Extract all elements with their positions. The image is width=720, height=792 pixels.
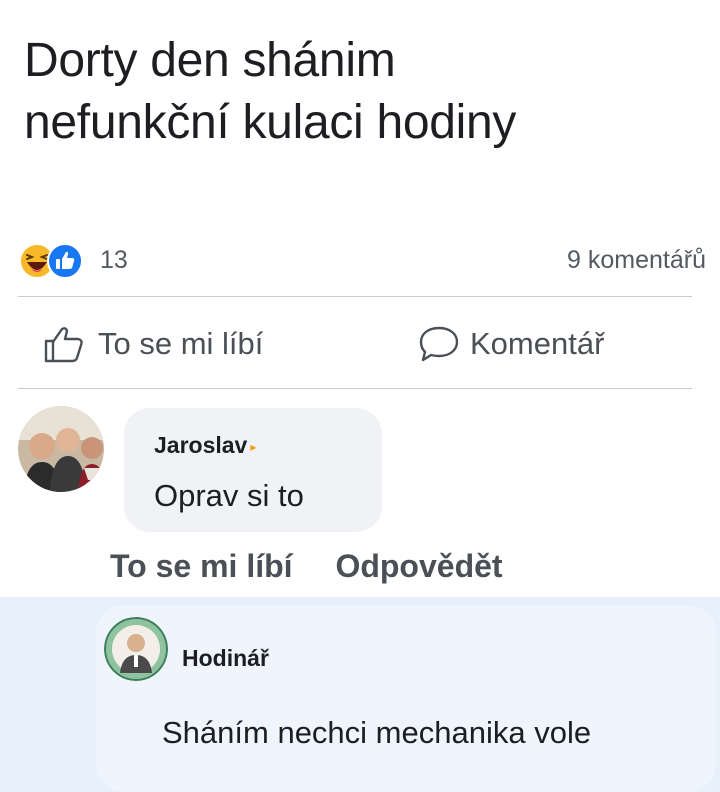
thumbs-up-icon	[44, 327, 83, 363]
avatar[interactable]	[18, 406, 104, 492]
reaction-icons[interactable]	[16, 240, 106, 280]
avatar-photo	[18, 406, 104, 492]
reply-author[interactable]: Hodinář	[182, 645, 269, 672]
comment-text: Oprav si to	[154, 478, 304, 513]
post-text: Dorty den shánim nefunkční kulaci hodiny	[24, 30, 704, 154]
divider-bottom	[18, 388, 692, 389]
comment-author[interactable]: Jaroslav ▸	[154, 432, 256, 459]
reaction-count[interactable]: 13	[100, 246, 128, 275]
comment-button[interactable]: Komentář	[416, 312, 604, 376]
reply-item: Hodinář Sháním nechci mechanika vole	[0, 597, 720, 792]
divider-top	[18, 296, 692, 297]
comment-item: Jaroslav ▸ Oprav si to To se mi líbí Odpo…	[0, 400, 720, 595]
reply-avatar[interactable]	[104, 617, 168, 681]
comment-button-label: Komentář	[470, 326, 605, 361]
comments-count[interactable]: 9 komentářů	[567, 246, 706, 275]
comment-bubble: Jaroslav ▸ Oprav si to	[124, 408, 382, 532]
like-reaction-icon	[47, 243, 83, 279]
like-button[interactable]: To se mi líbí	[40, 312, 263, 376]
post-action-bar: To se mi líbí Komentář	[0, 312, 720, 376]
comment-like-link[interactable]: To se mi líbí	[110, 548, 293, 584]
post-text-line-2: nefunkční kulaci hodiny	[24, 96, 517, 149]
speech-bubble-icon	[419, 326, 459, 362]
comment-actions: To se mi líbí Odpovědět	[110, 548, 537, 585]
author-caret-icon: ▸	[250, 439, 257, 454]
reply-bubble	[96, 605, 716, 792]
post-text-line-1: Dorty den shánim	[24, 34, 396, 87]
reply-avatar-photo	[104, 617, 168, 681]
reactions-summary: 13 9 komentářů	[16, 240, 706, 280]
comment-reply-link[interactable]: Odpovědět	[335, 548, 502, 584]
reply-text: Sháním nechci mechanika vole	[162, 715, 592, 750]
like-button-label: To se mi líbí	[98, 326, 264, 361]
